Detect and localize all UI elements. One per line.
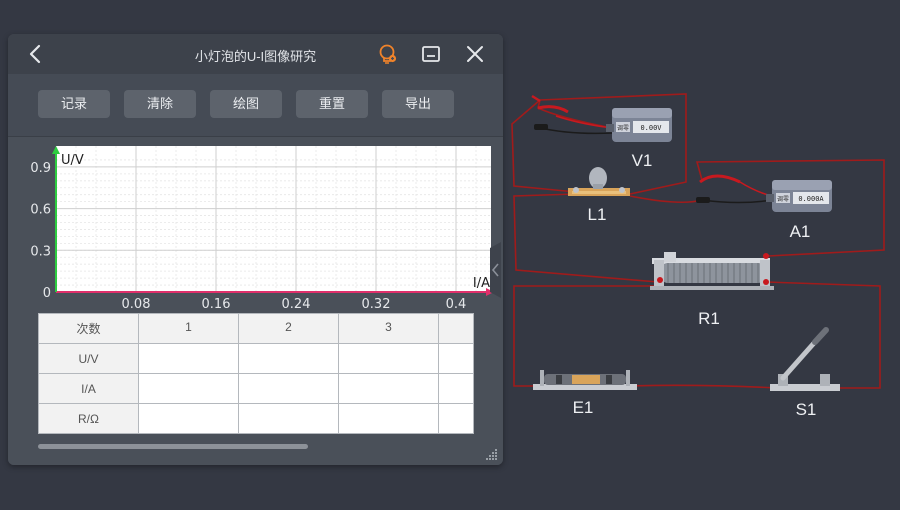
plot-button[interactable]: 绘图 [210,90,282,118]
table-cell[interactable] [138,373,239,404]
record-button[interactable]: 记录 [38,90,110,118]
ammeter-label: A1 [790,222,811,241]
table-cell[interactable] [138,343,239,374]
close-icon[interactable] [464,43,486,65]
ammeter-reading: 0.000A [798,195,824,203]
table-cell[interactable] [438,373,474,404]
battery[interactable]: E1 [533,370,637,417]
table-cell[interactable] [338,403,439,434]
table-header-cell: 次数 [38,313,139,344]
switch[interactable]: S1 [770,327,840,419]
table-cell[interactable] [438,403,474,434]
voltmeter-reading: 0.00V [640,124,662,132]
ammeter-tag: 调零 [777,195,789,203]
horizontal-scrollbar[interactable] [38,444,308,449]
y-tick-label: 0 [43,286,51,301]
table-row-label: U/V [38,343,139,374]
y-tick-label: 0.3 [30,244,51,259]
rheostat[interactable]: R1 [650,252,774,328]
minimize-icon[interactable] [420,43,442,65]
voltmeter[interactable]: 调零 0.00V V1 [531,94,672,170]
bulb[interactable]: L1 [568,167,630,224]
table-header-cell [438,313,474,344]
x-tick-label: 0.32 [362,297,391,312]
export-button[interactable]: 导出 [382,90,454,118]
y-tick-labels: 0.9 0.6 0.3 0 [30,161,51,301]
x-tick-label: 0.24 [282,297,311,312]
table-cell[interactable] [338,373,439,404]
voltmeter-tag: 调零 [617,124,629,132]
table-row: I/A [38,373,474,404]
table-header-cell: 3 [338,313,439,344]
plot-area [56,146,491,292]
y-axis-label: U/V [61,153,84,168]
graph-panel: 小灯泡的U-I图像研究 记录 清除 绘图 重置 导出 U/V I/A 0.08 0 [8,34,503,465]
table-header-row: 次数 1 2 3 [38,313,474,344]
data-table: 次数 1 2 3 U/V I/A R/Ω [38,313,474,434]
table-cell[interactable] [238,343,339,374]
table-cell[interactable] [338,343,439,374]
ui-chart: U/V I/A 0.08 0.16 0.24 0.32 0.4 0.90.60.30 [30,146,494,312]
bulb-label: L1 [588,205,607,224]
table-row-label: R/Ω [38,403,139,434]
x-tick-label: 0.16 [202,297,231,312]
table-row: R/Ω [38,403,474,434]
table-row: U/V [38,343,474,374]
table-cell[interactable] [438,343,474,374]
reset-button[interactable]: 重置 [296,90,368,118]
x-tick-label: 0.4 [446,297,467,312]
table-header-cell: 2 [238,313,339,344]
collapse-handle-chevron-left-icon[interactable] [487,240,503,300]
table-cell[interactable] [238,373,339,404]
table-row-label: I/A [38,373,139,404]
ammeter[interactable]: 调零 0.000A A1 [696,174,832,241]
resize-grip-icon[interactable] [484,447,498,461]
x-tick-label: 0.08 [122,297,151,312]
y-tick-label: 0.6 [30,203,51,218]
x-tick-labels: 0.08 0.16 0.24 0.32 0.4 [122,297,467,312]
table-cell[interactable] [238,403,339,434]
circuit-diagram: 调零 0.00V V1 调零 0.000A A1 L1 R1 E1 S1 [511,93,885,419]
rheostat-label: R1 [698,309,720,328]
voltmeter-label: V1 [632,151,653,170]
battery-label: E1 [573,398,594,417]
panel-titlebar: 小灯泡的U-I图像研究 [8,34,503,74]
clear-button[interactable]: 清除 [124,90,196,118]
y-tick-label: 0.9 [30,161,51,176]
circuit-wires [511,93,885,389]
table-cell[interactable] [138,403,239,434]
table-header-cell: 1 [138,313,239,344]
lightbulb-icon[interactable] [377,43,399,65]
switch-label: S1 [796,400,817,419]
